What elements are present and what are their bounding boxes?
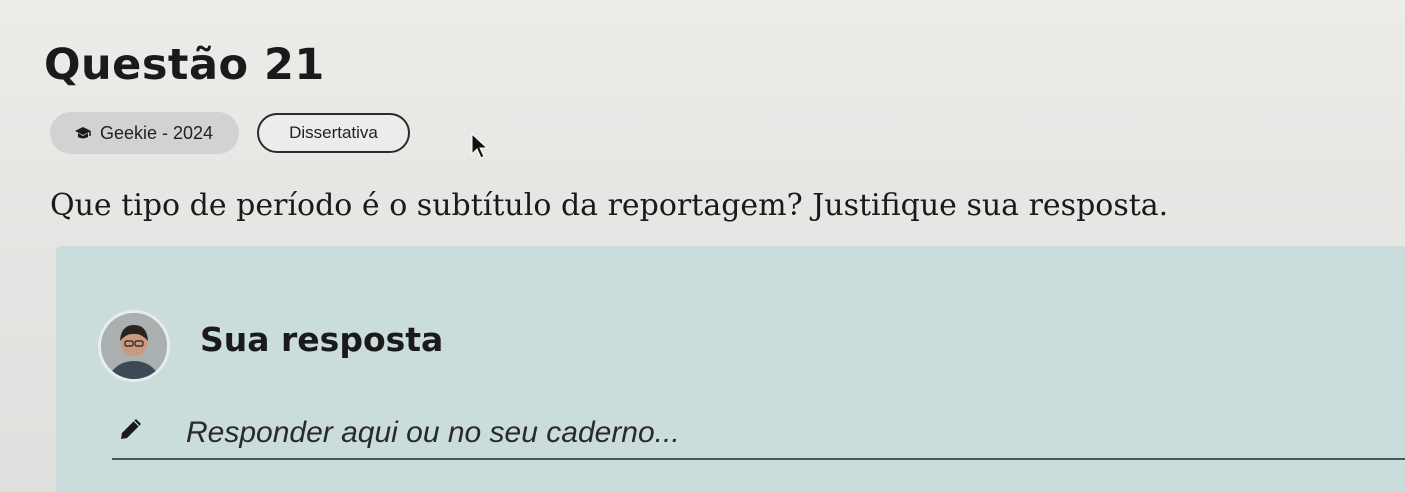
avatar xyxy=(98,310,170,382)
answer-label: Sua resposta xyxy=(200,320,444,359)
mouse-cursor-icon xyxy=(471,132,489,159)
graduation-cap-icon xyxy=(74,126,92,140)
answer-input[interactable] xyxy=(186,410,1386,456)
source-tag: Geekie - 2024 xyxy=(50,112,240,154)
pencil-icon xyxy=(121,419,141,439)
question-prompt: Que tipo de período é o subtítulo da rep… xyxy=(50,188,1169,223)
source-tag-label: Geekie - 2024 xyxy=(100,122,214,143)
type-tag-label: Dissertativa xyxy=(289,123,378,142)
question-title: Questão 21 xyxy=(44,40,325,90)
answer-input-underline xyxy=(112,458,1405,460)
type-tag: Dissertativa xyxy=(257,113,410,153)
question-tags: Geekie - 2024 Dissertativa xyxy=(50,112,410,154)
